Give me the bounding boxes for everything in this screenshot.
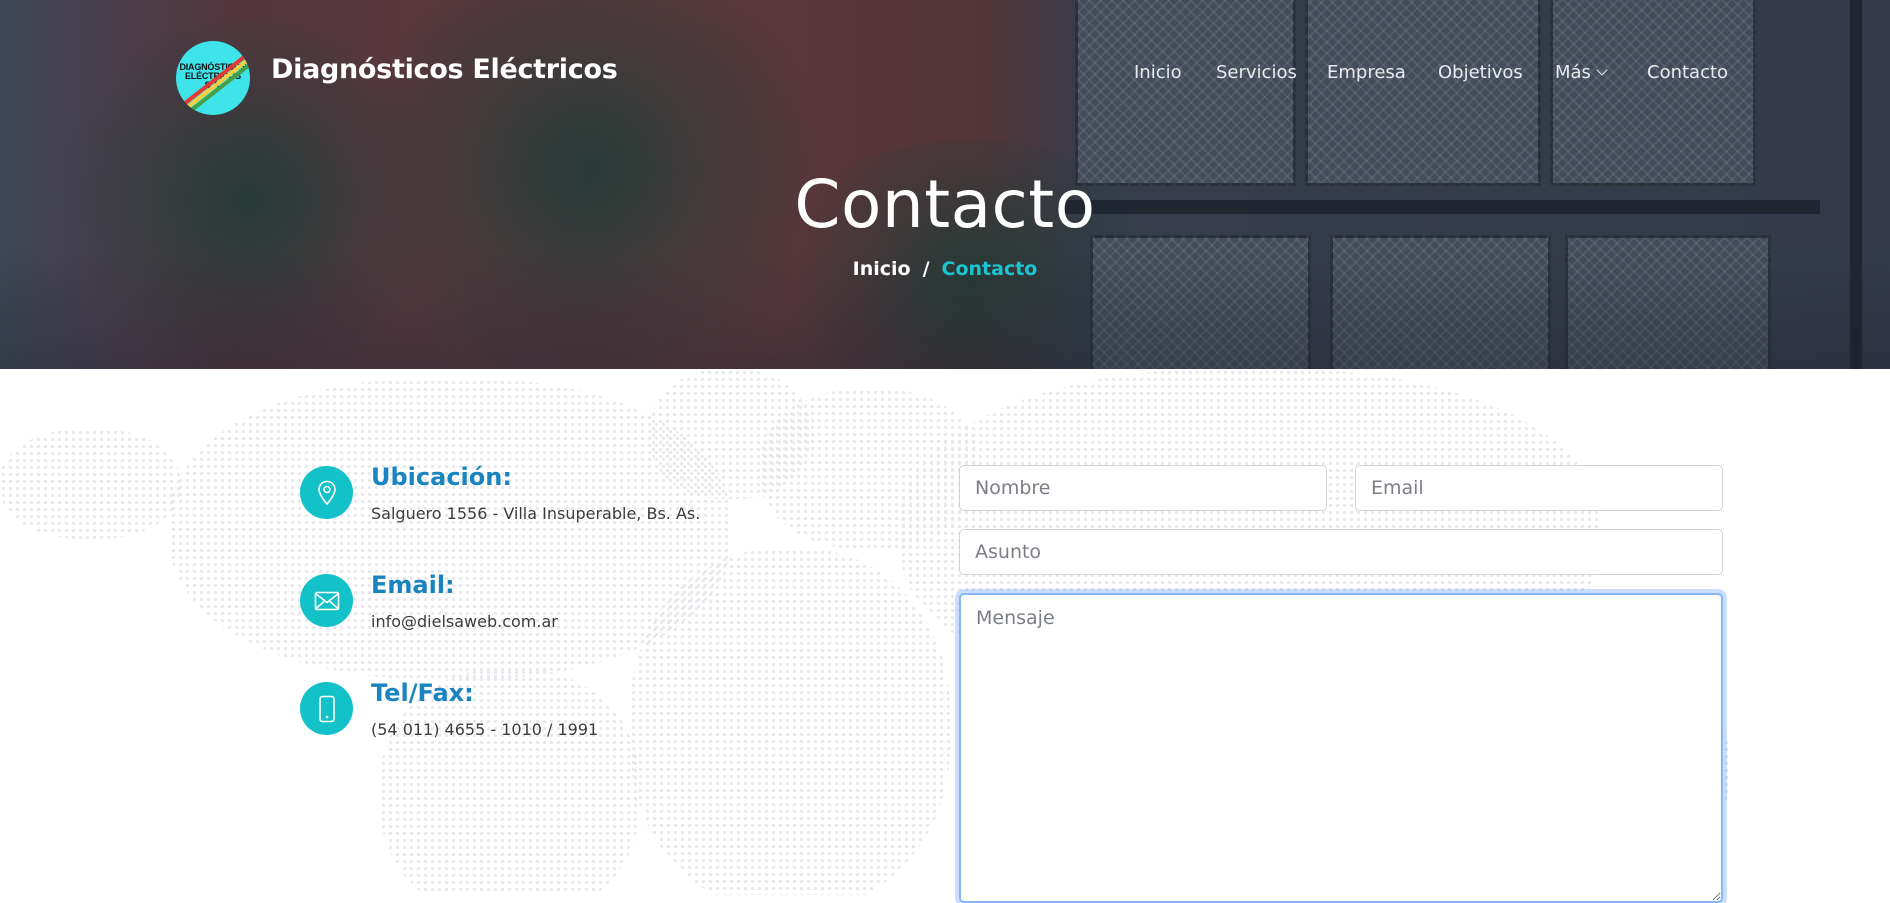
breadcrumb-separator: / [922,258,930,280]
nav-item-mas[interactable]: Más [1555,62,1608,83]
location-title: Ubicación: [371,463,512,491]
main-nav: Inicio Servicios Empresa Objetivos Más C… [0,62,1890,86]
nav-item-contacto[interactable]: Contacto [1647,62,1728,83]
email-input[interactable] [1355,465,1723,511]
chevron-down-icon [1596,64,1608,76]
email-text[interactable]: info@dielsaweb.com.ar [371,612,558,631]
nav-item-objetivos[interactable]: Objetivos [1438,62,1523,83]
nav-item-servicios[interactable]: Servicios [1216,62,1297,83]
nav-item-empresa[interactable]: Empresa [1327,62,1406,83]
phone-text: (54 011) 4655 - 1010 / 1991 [371,720,599,739]
email-title: Email: [371,571,455,599]
grille-panel [1305,0,1541,186]
grille-panel [1075,0,1296,186]
hero-banner: DIAGNÓSTICOS ELÉCTRICOS S.A. Diagnóstico… [0,0,1890,369]
breadcrumb: Inicio / Contacto [0,258,1890,280]
contact-location: Ubicación: Salguero 1556 - Villa Insuper… [300,463,800,546]
breadcrumb-home[interactable]: Inicio [853,258,911,280]
contact-phone: Tel/Fax: (54 011) 4655 - 1010 / 1991 [300,679,800,762]
nav-item-mas-label: Más [1555,62,1591,83]
name-input[interactable] [959,465,1327,511]
contact-email: Email: info@dielsaweb.com.ar [300,571,800,654]
mobile-phone-icon [300,682,353,735]
breadcrumb-current: Contacto [941,258,1038,280]
map-landmass [0,429,180,539]
map-pin-icon [300,466,353,519]
subject-input[interactable] [959,529,1723,575]
page-title: Contacto [794,166,1096,243]
envelope-icon [300,574,353,627]
nav-item-inicio[interactable]: Inicio [1134,62,1182,83]
message-textarea[interactable] [959,593,1723,903]
phone-title: Tel/Fax: [371,679,474,707]
grille-panel [1550,0,1756,186]
location-text: Salguero 1556 - Villa Insuperable, Bs. A… [371,504,701,523]
